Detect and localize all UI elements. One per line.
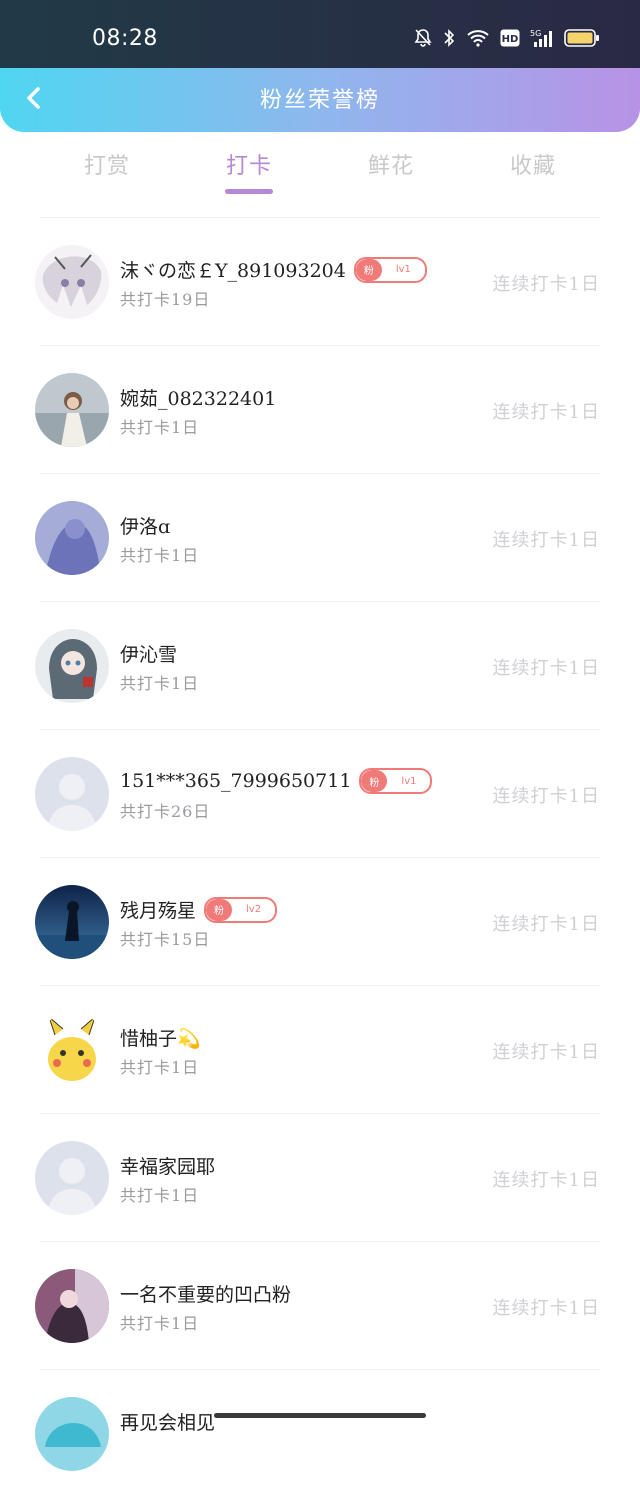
list-item[interactable]: 残月殇星 粉 lv2 共打卡15日 连续打卡1日 bbox=[0, 858, 640, 986]
tab-reward[interactable]: 打赏 bbox=[57, 148, 157, 180]
badge-fan-label: 粉 bbox=[361, 770, 388, 792]
name-line: 残月殇星 粉 lv2 bbox=[120, 896, 278, 923]
name-line: 151***365_7999650711 粉 lv1 bbox=[120, 768, 433, 794]
fan-level-badge: 粉 lv2 bbox=[204, 896, 278, 923]
streak-label: 连续打卡1日 bbox=[492, 1170, 600, 1191]
fan-name: 伊洛ɑ bbox=[120, 516, 171, 538]
fan-name: 151***365_7999650711 bbox=[120, 770, 352, 792]
list-item[interactable]: 151***365_7999650711 粉 lv1 共打卡26日 连续打卡1日 bbox=[0, 730, 640, 858]
avatar[interactable] bbox=[35, 1269, 109, 1343]
name-line: 一名不重要的凹凸粉 bbox=[120, 1280, 291, 1307]
avatar[interactable] bbox=[35, 885, 109, 959]
streak-label: 连续打卡1日 bbox=[492, 1042, 600, 1063]
fan-name: 伊沁雪 bbox=[120, 644, 178, 666]
page-title: 粉丝荣誉榜 bbox=[259, 88, 380, 113]
tab-label: 收藏 bbox=[509, 154, 556, 179]
fan-name: 沫ヾの恋￡Y_891093204 bbox=[120, 260, 346, 282]
badge-level: lv1 bbox=[401, 775, 417, 787]
tab-flowers[interactable]: 鲜花 bbox=[341, 148, 441, 180]
name-line: 伊洛ɑ bbox=[120, 512, 170, 539]
streak-label: 连续打卡1日 bbox=[492, 1298, 600, 1319]
battery-icon bbox=[564, 28, 600, 48]
avatar[interactable] bbox=[35, 1141, 109, 1215]
streak-label: 连续打卡1日 bbox=[492, 274, 600, 295]
status-icons: HD 5G bbox=[414, 28, 600, 48]
total-checkins: 共打卡1日 bbox=[120, 1186, 200, 1205]
list-item[interactable]: 伊洛ɑ 共打卡1日 连续打卡1日 bbox=[0, 474, 640, 602]
tab-favorites[interactable]: 收藏 bbox=[483, 148, 583, 180]
name-line: 婉茹_082322401 bbox=[120, 384, 276, 411]
total-checkins: 共打卡1日 bbox=[120, 674, 200, 693]
streak-label: 连续打卡1日 bbox=[492, 914, 600, 935]
tab-label: 打卡 bbox=[225, 154, 272, 179]
list-item[interactable]: 再见会相见 bbox=[0, 1370, 640, 1498]
total-checkins: 共打卡1日 bbox=[120, 418, 200, 437]
wifi-icon bbox=[466, 29, 490, 47]
name-line: 惜柚子💫 bbox=[120, 1024, 201, 1051]
badge-level: lv1 bbox=[395, 264, 411, 275]
mute-bell-icon bbox=[414, 28, 432, 48]
avatar[interactable] bbox=[35, 373, 109, 447]
name-line: 伊沁雪 bbox=[120, 640, 177, 667]
avatar[interactable] bbox=[35, 1013, 109, 1087]
name-line: 幸福家园耶 bbox=[120, 1152, 215, 1179]
tab-label: 打赏 bbox=[83, 154, 130, 179]
home-indicator[interactable] bbox=[214, 1413, 426, 1418]
fan-name: 惜柚子💫 bbox=[120, 1028, 201, 1050]
avatar[interactable] bbox=[35, 1397, 109, 1471]
streak-label: 连续打卡1日 bbox=[492, 530, 600, 551]
streak-label: 连续打卡1日 bbox=[492, 786, 600, 807]
list-item[interactable]: 惜柚子💫 共打卡1日 连续打卡1日 bbox=[0, 986, 640, 1114]
total-checkins: 共打卡1日 bbox=[120, 1058, 200, 1077]
fan-name: 幸福家园耶 bbox=[120, 1156, 216, 1178]
total-checkins: 共打卡1日 bbox=[120, 1314, 200, 1333]
header-bar: 粉丝荣誉榜 bbox=[0, 68, 640, 132]
avatar[interactable] bbox=[35, 501, 109, 575]
total-checkins: 共打卡19日 bbox=[120, 290, 211, 309]
avatar[interactable] bbox=[35, 245, 109, 319]
tab-bar: 打赏 打卡 鲜花 收藏 bbox=[0, 148, 640, 208]
name-line: 沫ヾの恋￡Y_891093204 粉 lv1 bbox=[120, 256, 427, 283]
fan-name: 残月殇星 bbox=[120, 900, 197, 922]
fan-level-badge: 粉 lv1 bbox=[353, 256, 427, 283]
svg-text:HD: HD bbox=[502, 34, 519, 45]
total-checkins: 共打卡26日 bbox=[120, 802, 211, 821]
list-item[interactable]: 婉茹_082322401 共打卡1日 连续打卡1日 bbox=[0, 346, 640, 474]
status-time: 08:28 bbox=[92, 26, 158, 51]
tab-checkin[interactable]: 打卡 bbox=[199, 148, 299, 194]
badge-level: lv2 bbox=[246, 904, 262, 915]
list-item[interactable]: 幸福家园耶 共打卡1日 连续打卡1日 bbox=[0, 1114, 640, 1242]
fan-level-badge: 粉 lv1 bbox=[359, 768, 433, 794]
bluetooth-icon bbox=[442, 28, 456, 48]
fan-name: 婉茹_082322401 bbox=[120, 388, 277, 410]
avatar[interactable] bbox=[35, 757, 109, 831]
fan-name: 一名不重要的凹凸粉 bbox=[120, 1284, 292, 1306]
streak-label: 连续打卡1日 bbox=[492, 658, 600, 679]
badge-fan-label: 粉 bbox=[355, 258, 382, 281]
hd-icon: HD bbox=[500, 29, 520, 47]
list-item[interactable]: 伊沁雪 共打卡1日 连续打卡1日 bbox=[0, 602, 640, 730]
avatar[interactable] bbox=[35, 629, 109, 703]
list-item[interactable]: 一名不重要的凹凸粉 共打卡1日 连续打卡1日 bbox=[0, 1242, 640, 1370]
streak-label: 连续打卡1日 bbox=[492, 402, 600, 423]
svg-text:5G: 5G bbox=[530, 29, 541, 38]
active-tab-indicator bbox=[225, 189, 273, 194]
signal-5g-icon: 5G bbox=[530, 28, 554, 48]
list-item[interactable]: 沫ヾの恋￡Y_891093204 粉 lv1 共打卡19日 连续打卡1日 bbox=[0, 218, 640, 346]
total-checkins: 共打卡15日 bbox=[120, 930, 211, 949]
tab-label: 鲜花 bbox=[367, 154, 414, 179]
badge-fan-label: 粉 bbox=[206, 898, 233, 921]
total-checkins: 共打卡1日 bbox=[120, 546, 200, 565]
